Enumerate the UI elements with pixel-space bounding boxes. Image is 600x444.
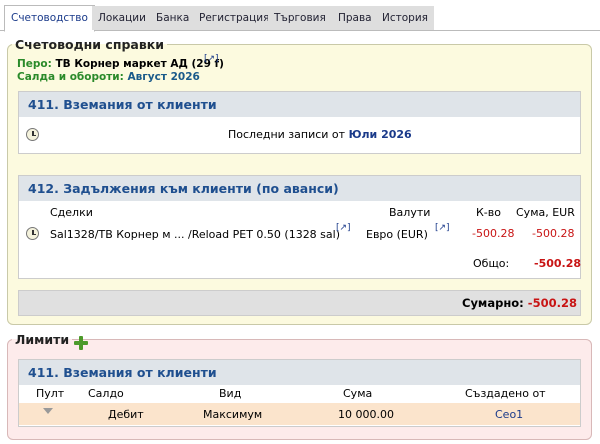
tab-bank[interactable]: Банка xyxy=(150,6,196,30)
last-records-link[interactable]: Юли 2026 xyxy=(349,128,412,141)
panel-411-title: 411. Вземания от клиенти xyxy=(19,92,580,117)
summary-line: Сумарно: -500.28 xyxy=(462,296,577,310)
reports-legend: Счетоводни справки xyxy=(15,37,164,52)
tab-locations[interactable]: Локации xyxy=(92,6,152,30)
tab-trade[interactable]: Търговия xyxy=(268,6,332,30)
pult-header: Пулт xyxy=(36,387,65,400)
deal-clock-icon[interactable] xyxy=(26,227,39,240)
deal-currency: Евро (EUR) xyxy=(366,228,428,241)
row-dropdown-icon[interactable] xyxy=(43,408,53,414)
period-line: Салда и обороти: Август 2026 xyxy=(17,71,200,83)
total-label: Общо: xyxy=(473,257,510,270)
last-records-line: Последни записи от Юли 2026 xyxy=(228,128,412,141)
period-label: Салда и обороти: xyxy=(17,71,124,83)
deal-external-link-icon[interactable]: [↗] xyxy=(336,223,351,233)
pero-value: ТВ Корнер маркет АД (29 f) xyxy=(55,58,224,70)
add-limit-plus-icon[interactable] xyxy=(74,336,88,350)
qty-header: К-во xyxy=(476,206,501,219)
pero-line: Перо: ТВ Корнер маркет АД (29 f) xyxy=(17,58,224,70)
amount-header-limits: Сума xyxy=(343,387,373,400)
pero-external-link-icon[interactable]: [↗] xyxy=(204,54,219,64)
panel-411: 411. Вземания от клиенти xyxy=(18,91,581,154)
deal-qty: -500.28 xyxy=(472,227,515,240)
limit-created-by[interactable]: Ceo1 xyxy=(495,408,523,421)
limits-legend: Лимити xyxy=(15,332,70,347)
tab-accounting[interactable]: Счетоводство xyxy=(4,5,95,32)
summary-value: -500.28 xyxy=(527,296,577,310)
type-header: Вид xyxy=(219,387,242,400)
limits-panel-title: 411. Вземания от клиенти xyxy=(19,360,580,385)
saldo-header: Салдо xyxy=(88,387,124,400)
currency-external-link-icon[interactable]: [↗] xyxy=(435,223,450,233)
period-value[interactable]: Август 2026 xyxy=(128,71,200,83)
deal-amount: -500.28 xyxy=(532,227,575,240)
tab-history[interactable]: История xyxy=(376,6,434,30)
created-header: Създадено от xyxy=(465,387,546,400)
total-value: -500.28 xyxy=(534,257,582,270)
deals-header: Сделки xyxy=(50,206,93,219)
deal-name[interactable]: Sal1328/ТВ Корнер м ... /Reload PET 0.50… xyxy=(50,228,340,241)
pero-label: Перо: xyxy=(17,58,52,70)
tab-registration[interactable]: Регистрация xyxy=(193,6,276,30)
limit-type: Максимум xyxy=(203,408,263,421)
last-records-text: Последни записи от xyxy=(228,128,346,141)
tab-bar: Счетоводство Локации Банка Регистрация Т… xyxy=(0,0,600,32)
history-clock-icon[interactable] xyxy=(26,128,39,141)
summary-label: Сумарно: xyxy=(462,296,524,310)
amount-header: Сума, EUR xyxy=(516,206,575,219)
limit-saldo: Дебит xyxy=(108,408,144,421)
tab-rights[interactable]: Права xyxy=(332,6,378,30)
currency-header: Валути xyxy=(389,206,431,219)
limit-amount: 10 000.00 xyxy=(338,408,394,421)
panel-412-title: 412. Задължения към клиенти (по аванси) xyxy=(19,176,580,201)
